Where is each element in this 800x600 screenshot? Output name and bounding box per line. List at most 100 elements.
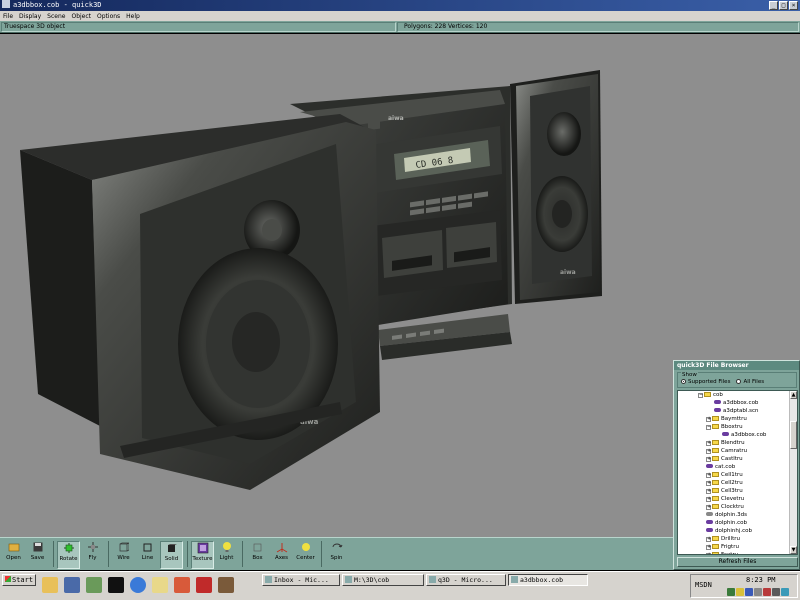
tree-file[interactable]: dolphinhj.cob bbox=[678, 527, 791, 535]
menu-options[interactable]: Options bbox=[97, 13, 120, 20]
box-button[interactable]: Box bbox=[246, 541, 269, 569]
tree-folder[interactable]: + Fsxtru bbox=[678, 551, 791, 554]
file-tree[interactable]: − cob a3dbbox.cob a3dptabl.scn + Baymttru − Bbo… bbox=[677, 390, 798, 555]
tree-folder[interactable]: − Bboxtru bbox=[678, 423, 791, 431]
expand-icon[interactable]: + bbox=[706, 553, 711, 554]
polygon-stats-field: Polygons: 228 Vertices: 120 bbox=[397, 22, 799, 32]
fly-button[interactable]: Fly bbox=[81, 541, 104, 569]
tree-folder[interactable]: + Baymttru bbox=[678, 415, 791, 423]
tree-folder[interactable]: + Clocktru bbox=[678, 503, 791, 511]
collapse-icon[interactable]: − bbox=[698, 393, 703, 398]
tree-folder[interactable]: + Drilltru bbox=[678, 535, 791, 543]
tree-folder[interactable]: + Blendtru bbox=[678, 439, 791, 447]
menu-display[interactable]: Display bbox=[19, 13, 41, 20]
rotate-button[interactable]: Rotate bbox=[57, 541, 80, 569]
expand-icon[interactable]: + bbox=[706, 545, 711, 550]
ie-icon[interactable] bbox=[128, 573, 148, 597]
collapse-icon[interactable]: − bbox=[706, 425, 711, 430]
expand-icon[interactable]: + bbox=[706, 537, 711, 542]
expand-icon[interactable]: + bbox=[706, 449, 711, 454]
supported-files-radio[interactable]: Supported Files bbox=[681, 379, 730, 385]
axes-button[interactable]: Axes bbox=[270, 541, 293, 569]
solid-icon bbox=[166, 542, 178, 554]
title-bar[interactable]: a3dbbox.cob - quick3D _ □ × bbox=[0, 0, 800, 11]
console-icon[interactable] bbox=[106, 573, 126, 597]
tree-folder[interactable]: + Cell2tru bbox=[678, 479, 791, 487]
eye-icon[interactable] bbox=[216, 573, 236, 597]
spin-button[interactable]: Spin bbox=[325, 541, 348, 569]
tray-misc-icon[interactable] bbox=[772, 588, 780, 596]
minimize-button[interactable]: _ bbox=[769, 1, 778, 10]
tree-folder[interactable]: + Castltru bbox=[678, 455, 791, 463]
tree-file[interactable]: a3dbbox.cob bbox=[678, 431, 791, 439]
tree-scrollbar[interactable]: ▲ ▼ bbox=[789, 391, 797, 554]
paint-icon[interactable] bbox=[172, 573, 192, 597]
wire-button[interactable]: Wire bbox=[112, 541, 135, 569]
open-button[interactable]: Open bbox=[2, 541, 25, 569]
tree-folder[interactable]: + Camratru bbox=[678, 447, 791, 455]
network-icon[interactable] bbox=[84, 573, 104, 597]
line-button[interactable]: Line bbox=[136, 541, 159, 569]
all-files-radio[interactable]: All Files bbox=[736, 379, 764, 385]
menu-file[interactable]: File bbox=[3, 13, 13, 20]
expand-icon[interactable]: + bbox=[706, 497, 711, 502]
folder-icon bbox=[712, 440, 719, 445]
center-button[interactable]: Center bbox=[294, 541, 317, 569]
tree-folder[interactable]: + Cell3tru bbox=[678, 487, 791, 495]
tray-app-icon[interactable] bbox=[763, 588, 771, 596]
taskbar-task-2[interactable]: M:\3D\cob bbox=[342, 574, 424, 586]
tree-item-label: Drilltru bbox=[721, 536, 740, 542]
menu-scene[interactable]: Scene bbox=[47, 13, 65, 20]
mail-icon[interactable] bbox=[150, 573, 170, 597]
tree-file[interactable]: dolphin.cob bbox=[678, 519, 791, 527]
solid-button[interactable]: Solid bbox=[160, 541, 183, 569]
tray-monitor-icon[interactable] bbox=[745, 588, 753, 596]
tray-folder-icon[interactable] bbox=[736, 588, 744, 596]
menu-help[interactable]: Help bbox=[126, 13, 140, 20]
file-icon bbox=[714, 408, 721, 412]
tree-file[interactable]: a3dbbox.cob bbox=[678, 399, 791, 407]
tree-folder[interactable]: + Frigtru bbox=[678, 543, 791, 551]
task-label: q3D - Micro... bbox=[438, 576, 493, 584]
scroll-thumb[interactable] bbox=[790, 421, 797, 449]
menu-object[interactable]: Object bbox=[71, 13, 91, 20]
expand-icon[interactable]: + bbox=[706, 481, 711, 486]
expand-icon[interactable]: + bbox=[706, 457, 711, 462]
tree-folder[interactable]: + Clevetru bbox=[678, 495, 791, 503]
light-button[interactable]: Light bbox=[215, 541, 238, 569]
texture-button[interactable]: Texture bbox=[191, 541, 214, 569]
maximize-button[interactable]: □ bbox=[779, 1, 788, 10]
tree-item-label: dolphinhj.cob bbox=[715, 528, 753, 534]
browser-title[interactable]: quick3D File Browser bbox=[674, 361, 799, 370]
tree-folder[interactable]: + Cell1tru bbox=[678, 471, 791, 479]
taskbar-task-3[interactable]: q3D - Micro... bbox=[426, 574, 506, 586]
tree-folder[interactable]: − cob bbox=[678, 391, 791, 399]
tree-file[interactable]: dolphin.3ds bbox=[678, 511, 791, 519]
expand-icon[interactable]: + bbox=[706, 473, 711, 478]
tray-msdn[interactable]: MSDN bbox=[695, 581, 712, 589]
folder-icon bbox=[704, 392, 711, 397]
tray-sync-icon[interactable] bbox=[781, 588, 789, 596]
tree-file[interactable]: cat.cob bbox=[678, 463, 791, 471]
tree-file[interactable]: a3dptabl.scn bbox=[678, 407, 791, 415]
taskbar-task-1[interactable]: Inbox - Mic... bbox=[262, 574, 340, 586]
expand-icon[interactable]: + bbox=[706, 489, 711, 494]
computer-icon[interactable] bbox=[62, 573, 82, 597]
expand-icon[interactable]: + bbox=[706, 441, 711, 446]
save-button[interactable]: Save bbox=[26, 541, 49, 569]
close-button[interactable]: × bbox=[789, 1, 798, 10]
start-button[interactable]: Start bbox=[2, 574, 36, 586]
taskbar-task-4[interactable]: a3dbbox.cob bbox=[508, 574, 588, 586]
tray-speaker-icon[interactable] bbox=[754, 588, 762, 596]
dc-icon[interactable] bbox=[194, 573, 214, 597]
task-label: Inbox - Mic... bbox=[274, 576, 329, 584]
tray-network-icon[interactable] bbox=[727, 588, 735, 596]
scroll-up-icon[interactable]: ▲ bbox=[790, 391, 797, 399]
texture-label: Texture bbox=[192, 556, 213, 562]
explorer-icon[interactable] bbox=[40, 573, 60, 597]
expand-icon[interactable]: + bbox=[706, 417, 711, 422]
scroll-down-icon[interactable]: ▼ bbox=[790, 546, 797, 554]
line-icon bbox=[142, 541, 154, 553]
expand-icon[interactable]: + bbox=[706, 505, 711, 510]
refresh-files-button[interactable]: Refresh Files bbox=[677, 557, 798, 567]
